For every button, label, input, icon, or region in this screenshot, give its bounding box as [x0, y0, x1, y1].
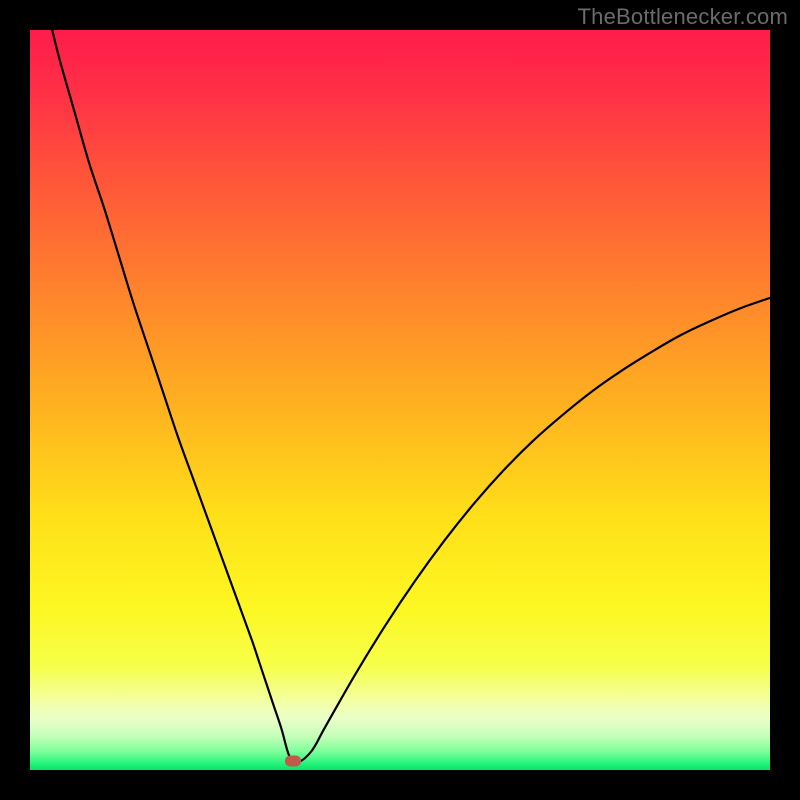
- watermark-text: TheBottlenecker.com: [578, 4, 788, 30]
- chart-frame: TheBottlenecker.com: [0, 0, 800, 800]
- minimum-marker: [285, 756, 301, 767]
- bottleneck-curve: [30, 30, 770, 770]
- plot-area: [30, 30, 770, 770]
